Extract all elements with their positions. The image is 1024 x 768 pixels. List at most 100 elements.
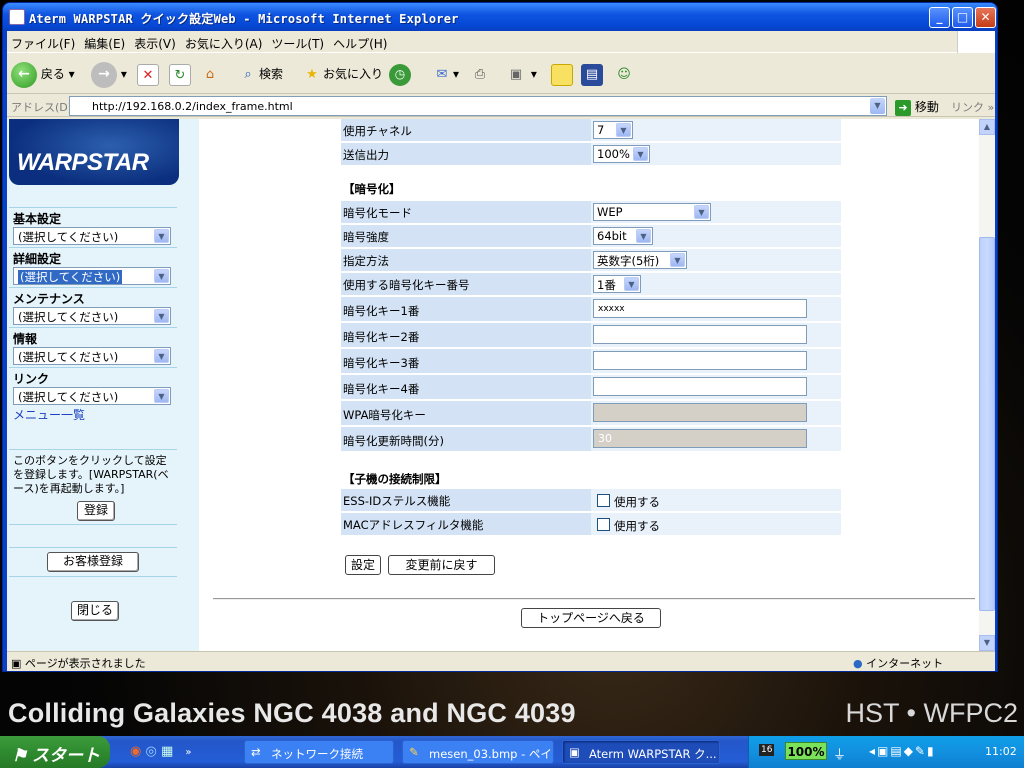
key-number-label: 使用する暗号化キー番号 [343,278,470,292]
sidebar-heading: 詳細設定 [13,252,62,266]
minimize-button[interactable]: _ [929,7,950,28]
register-info-text: このボタンをクリックして設定を登録します。[WARPSTAR(ベース)を再起動し… [13,454,169,495]
wpa-key-input [593,403,807,422]
key-number-select[interactable]: 1番 ▼ [593,275,641,293]
scroll-thumb[interactable] [979,237,995,611]
mail-button[interactable]: ✉ ▾ [431,60,459,88]
stop-button[interactable]: ✕ [137,60,159,88]
row-tx-power: 送信出力 100% ▼ [341,143,841,165]
menu-favorites[interactable]: お気に入り(A) [181,31,268,52]
scroll-down-icon[interactable]: ▼ [979,635,995,651]
ie-page-icon [9,9,25,25]
task-browser[interactable]: ▣ Aterm WARPSTAR ク... [562,740,720,764]
tx-power-select[interactable]: 100% ▼ [593,145,650,163]
history-icon: ◷ [389,63,411,86]
menu-help[interactable]: ヘルプ(H) [329,31,392,52]
row-value-cell: 30 [591,427,841,451]
advanced-settings-select[interactable]: (選択してください) ▼ [13,267,171,285]
row-value-cell [591,375,841,399]
chevron-down-icon[interactable]: ▼ [870,98,885,114]
ess-stealth-check-label[interactable]: 使用する [614,494,660,510]
top-page-button[interactable]: トップページへ戻る [521,608,661,628]
enc-mode-select[interactable]: WEP ▼ [593,203,711,221]
address-input[interactable]: http://192.168.0.2/index_frame.html ▼ [69,96,887,116]
messenger-button[interactable]: ▤ [581,60,603,88]
register-button[interactable]: 登録 [77,501,115,521]
back-label: 戻る [40,67,65,81]
maximize-button[interactable]: □ [952,7,973,28]
tx-power-label: 送信出力 [343,148,389,162]
task-paint[interactable]: ✎ mesen_03.bmp - ペイ... [402,740,554,764]
set-button[interactable]: 設定 [345,555,381,575]
basic-settings-select[interactable]: (選択してください) ▼ [13,227,171,245]
maintenance-select[interactable]: (選択してください) ▼ [13,307,171,325]
ie-icon[interactable]: ◎ [145,744,156,759]
stop-icon: ✕ [137,63,159,86]
links-select[interactable]: (選択してください) ▼ [13,387,171,405]
enc-strength-select[interactable]: 64bit ▼ [593,227,653,245]
browser-icon[interactable]: ◉ [130,744,141,759]
close-page-button[interactable]: 閉じる [71,601,119,621]
discuss-button[interactable] [551,60,573,88]
favorites-button[interactable]: ★ お気に入り [301,60,383,88]
revert-button[interactable]: 変更前に戻す [388,555,495,575]
start-button[interactable]: ⚑ スタート [0,736,110,768]
edit-button[interactable]: ▣ ▾ [505,60,537,88]
info-select[interactable]: (選択してください) ▼ [13,347,171,365]
go-label: 移動 [914,100,939,114]
power-plug-icon[interactable]: ⏚ [833,744,846,763]
spec-method-select[interactable]: 英数字(5桁) ▼ [593,251,687,269]
menu-list-link[interactable]: メニュー一覧 [13,406,85,423]
enc-strength-label: 暗号強度 [343,230,389,244]
home-icon: ⌂ [205,66,215,82]
chevron-right-icon[interactable]: » [185,747,191,758]
tray-icons[interactable]: ◂▣▤◆✎▮ [869,744,936,758]
mac-filter-checkbox[interactable] [597,518,610,531]
home-button[interactable]: ⌂ [199,60,221,88]
back-button[interactable]: ← 戻る ▾ [11,60,75,88]
select-value: (選択してください) [18,310,119,324]
quick-launch: ◉ ◎ ▦ » [130,744,192,759]
media-icon[interactable]: ▦ [161,744,173,759]
contacts-button[interactable]: ☺ [613,60,635,88]
child-section-title: 【子機の接続制限】 [343,472,447,486]
forward-arrow-icon: → [91,61,117,88]
ess-stealth-checkbox[interactable] [597,494,610,507]
print-button[interactable]: ⎙ [469,60,491,88]
menu-file[interactable]: ファイル(F) [7,31,80,52]
channel-select[interactable]: 7 ▼ [593,121,633,139]
window-title: Aterm WARPSTAR クイック設定Web - Microsoft Int… [29,12,459,26]
history-button[interactable]: ◷ [389,60,411,88]
scroll-up-icon[interactable]: ▲ [979,119,995,135]
task-network[interactable]: ⇄ ネットワーク接続 [244,740,394,764]
select-value: 7 [597,123,605,137]
chevron-down-icon: ▼ [154,229,169,243]
mac-filter-check-label[interactable]: 使用する [614,518,660,534]
menu-view[interactable]: 表示(V) [130,31,181,52]
select-value: WEP [597,205,623,219]
task-label: Aterm WARPSTAR ク... [589,747,717,761]
search-button[interactable]: ⌕ 検索 [237,60,283,88]
channel-label: 使用チャネル [343,124,412,138]
key1-input[interactable]: xxxxx [593,299,807,318]
row-value-cell: xxxxx [591,297,841,321]
menu-edit[interactable]: 編集(E) [80,31,130,52]
title-bar[interactable]: Aterm WARPSTAR クイック設定Web - Microsoft Int… [3,3,997,31]
links-button[interactable]: リンク » [951,99,994,115]
forward-button[interactable]: → ▾ [91,60,127,88]
tray-counter-icon[interactable]: 16 [759,744,775,756]
key4-input[interactable] [593,377,807,396]
status-left: ページが表示されました [24,657,146,670]
clock[interactable]: 11:02 [985,745,1017,758]
browser-window: Aterm WARPSTAR クイック設定Web - Microsoft Int… [2,2,998,672]
edit-icon: ▣ [509,66,523,82]
menu-tools[interactable]: ツール(T) [267,31,329,52]
customer-register-button[interactable]: お客様登録 [47,552,139,572]
battery-indicator[interactable]: 100% [785,742,827,760]
key2-input[interactable] [593,325,807,344]
refresh-button[interactable]: ↻ [169,60,191,88]
key3-input[interactable] [593,351,807,370]
close-button[interactable]: ✕ [975,7,996,28]
vertical-scrollbar[interactable]: ▲ ▼ [979,119,995,651]
go-button[interactable]: ➜ 移動 [895,98,939,116]
